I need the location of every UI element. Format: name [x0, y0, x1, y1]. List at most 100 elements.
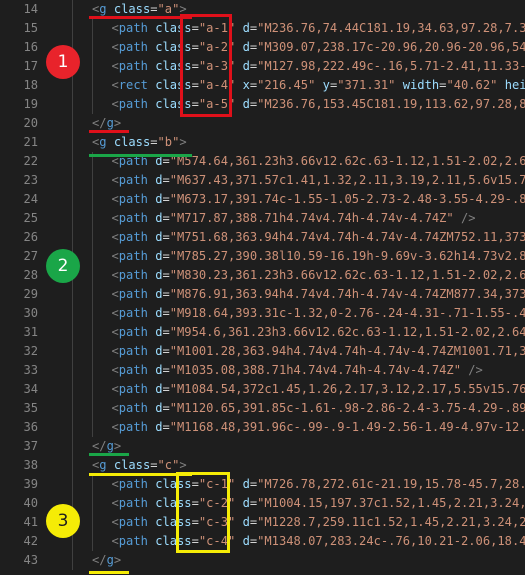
indent-guide [72, 418, 73, 437]
code-line[interactable]: 15 <path class="a-1" d="M236.76,74.44C181… [0, 19, 525, 38]
code-token: = [162, 401, 170, 415]
code-line[interactable]: 37 </g> [0, 437, 525, 456]
code-line[interactable]: 23 <path d="M637.43,371.57c1.41,1.32,2.11… [0, 171, 525, 190]
code-line[interactable]: 30 <path d="M918.64,393.31c-1.32,0-2.76-.… [0, 304, 525, 323]
code-token: d [242, 40, 250, 54]
code-line[interactable]: 20 </g> [0, 114, 525, 133]
line-number: 32 [23, 344, 38, 358]
code-token: rect [118, 78, 148, 92]
code-token: < [111, 496, 119, 510]
code-line[interactable]: 31 <path d="M954.6,361.23h3.66v12.62c.63-… [0, 323, 525, 342]
code-token: = [162, 230, 170, 244]
code-line[interactable]: 43 </g> [0, 551, 525, 570]
code-token: < [111, 40, 119, 54]
code-token: d [242, 21, 250, 35]
code-content: <rect class="a-4" x="216.45" y="371.31" … [112, 76, 525, 95]
code-token: </ [92, 116, 107, 130]
line-number: 37 [23, 439, 38, 453]
line-number: 34 [23, 382, 38, 396]
code-content: </g> [92, 551, 121, 570]
code-content: <g class="b"> [92, 133, 187, 152]
indent-guide [91, 57, 93, 76]
indent-guide [91, 209, 93, 228]
code-token: = [162, 173, 170, 187]
code-token: < [111, 477, 119, 491]
code-line[interactable]: 29 <path d="M876.91,363.94h4.74v4.74h-4.7… [0, 285, 525, 304]
code-token: </ [92, 439, 107, 453]
code-token: d [242, 59, 250, 73]
code-token: "M1004.15,197.37c1.52,1.45,2.21,3.24,2 [257, 496, 525, 510]
code-token: "M1348.07,283.24c-.76,10.21-2.06,18.45 [257, 534, 525, 548]
code-line[interactable]: 34 <path d="M1084.54,372c1.45,1.26,2.17,3… [0, 380, 525, 399]
code-token: = [162, 344, 170, 358]
code-token: "M1001.28,363.94h4.74v4.74h-4.74v-4.74ZM… [169, 344, 525, 358]
code-line[interactable]: 18 <rect class="a-4" x="216.45" y="371.31… [0, 76, 525, 95]
indent-guide [72, 190, 73, 209]
code-line[interactable]: 14 <g class="a"> [0, 0, 525, 19]
indent-guide [72, 361, 73, 380]
code-line[interactable]: 19 <path class="a-5" d="M236.76,153.45C18… [0, 95, 525, 114]
code-token: g [99, 2, 107, 16]
indent-guide [72, 456, 73, 475]
line-number: 36 [23, 420, 38, 434]
code-token: path [118, 173, 148, 187]
code-token: = [150, 2, 158, 16]
code-token: < [111, 230, 119, 244]
code-token: < [111, 306, 119, 320]
code-line[interactable]: 42 <path class="c-4" d="M1348.07,283.24c-… [0, 532, 525, 551]
code-token: path [118, 192, 148, 206]
code-line[interactable]: 32 <path d="M1001.28,363.94h4.74v4.74h-4.… [0, 342, 525, 361]
annotation-underline-yellow-close [89, 571, 129, 574]
code-token: < [111, 382, 119, 396]
indent-guide [72, 114, 73, 133]
code-line[interactable]: 33 <path d="M1035.08,388.71h4.74v4.74h-4.… [0, 361, 525, 380]
code-token: path [118, 268, 148, 282]
code-token: < [111, 534, 119, 548]
code-token: "M876.91,363.94h4.74v4.74h-4.74v-4.74ZM8… [169, 287, 525, 301]
code-line[interactable]: 38 <g class="c"> [0, 456, 525, 475]
code-editor[interactable]: 14 <g class="a"> 15 <path class="a-1" d="M2… [0, 0, 525, 575]
code-token: "M726.78,272.61c-21.19,15.78-45.7,28.0 [257, 477, 525, 491]
code-token: d [242, 515, 250, 529]
code-line[interactable]: 25 <path d="M717.87,388.71h4.74v4.74h-4.7… [0, 209, 525, 228]
line-number: 35 [23, 401, 38, 415]
indent-guide [91, 247, 93, 266]
code-line[interactable]: 26 <path d="M751.68,363.94h4.74v4.74h-4.7… [0, 228, 525, 247]
code-line[interactable]: 36 <path d="M1168.48,391.96c-.99-.9-1.49-… [0, 418, 525, 437]
line-number: 19 [23, 97, 38, 111]
indent-guide [91, 95, 93, 114]
indent-guide [91, 19, 93, 38]
code-line[interactable]: 39 <path class="c-1" d="M726.78,272.61c-2… [0, 475, 525, 494]
code-token: < [111, 249, 119, 263]
code-token: path [118, 382, 148, 396]
code-line[interactable]: 21 <g class="b"> [0, 133, 525, 152]
code-token: < [111, 97, 119, 111]
code-line[interactable]: 40 <path class="c-2" d="M1004.15,197.37c1… [0, 494, 525, 513]
code-token: path [118, 477, 148, 491]
code-line[interactable]: 16 <path class="a-2" d="M309.07,238.17c-2… [0, 38, 525, 57]
code-line[interactable]: 22 <path d="M574.64,361.23h3.66v12.62c.63… [0, 152, 525, 171]
code-token: "b" [157, 135, 180, 149]
code-token: "M1084.54,372c1.45,1.26,2.17,3.12,2.17,5… [169, 382, 525, 396]
annotation-underline-red-close [89, 130, 129, 133]
indent-guide [91, 532, 93, 551]
code-line[interactable]: 35 <path d="M1120.65,391.85c-1.61-.98-2.8… [0, 399, 525, 418]
code-token: path [118, 230, 148, 244]
indent-guide [72, 0, 73, 19]
indent-guide [72, 475, 73, 494]
code-token: = [162, 382, 170, 396]
code-token: > [113, 116, 122, 130]
line-number: 21 [23, 135, 38, 149]
code-token: "M830.23,361.23h3.66v12.62c.63-1.12,1.51… [169, 268, 525, 282]
indent-guide [91, 494, 93, 513]
code-token: = [162, 420, 170, 434]
code-token: "M236.76,153.45C181.19,113.62,97.28,86 [257, 97, 525, 111]
code-line[interactable]: 24 <path d="M673.17,391.74c-1.55-1.05-2.7… [0, 190, 525, 209]
line-number: 18 [23, 78, 38, 92]
code-content: <path class="c-4" d="M1348.07,283.24c-.7… [112, 532, 525, 551]
